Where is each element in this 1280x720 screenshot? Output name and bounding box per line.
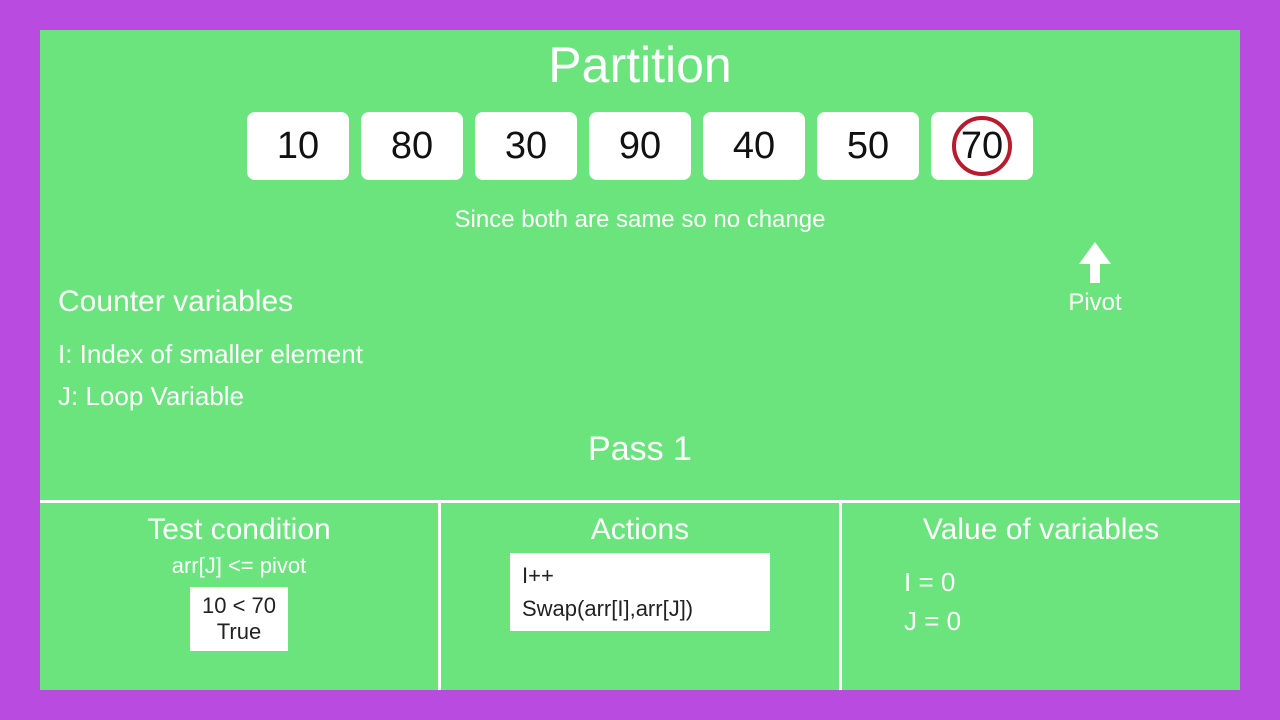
- array-cell: 50: [817, 112, 919, 180]
- vars-line-i: I = 0: [904, 563, 1226, 602]
- actions-heading: Actions: [455, 513, 825, 547]
- status-message: Since both are same so no change: [40, 206, 1240, 234]
- pivot-marker: Pivot: [1045, 242, 1145, 317]
- test-box-line2: True: [202, 619, 276, 645]
- counter-line-i: I: Index of smaller element: [58, 334, 363, 376]
- arrow-up-icon: [1079, 242, 1111, 264]
- vars-heading: Value of variables: [856, 513, 1226, 547]
- vars-values: I = 0 J = 0: [856, 563, 1226, 641]
- array-cell: 10: [247, 112, 349, 180]
- test-heading: Test condition: [54, 513, 424, 547]
- bottom-row: Test condition arr[J] <= pivot 10 < 70 T…: [40, 500, 1240, 690]
- array-row: 10 80 30 90 40 50 70: [40, 112, 1240, 180]
- array-cell: 80: [361, 112, 463, 180]
- pass-label: Pass 1: [40, 430, 1240, 469]
- actions-box-line2: Swap(arr[I],arr[J]): [522, 592, 758, 625]
- actions-box-line1: I++: [522, 559, 758, 592]
- array-cell-pivot: 70: [931, 112, 1033, 180]
- diagram-panel: Partition 10 80 30 90 40 50 70 Pivot Sin…: [40, 30, 1240, 690]
- counter-line-j: J: Loop Variable: [58, 376, 363, 418]
- arrow-stem: [1090, 263, 1100, 283]
- array-cell: 40: [703, 112, 805, 180]
- col-test-condition: Test condition arr[J] <= pivot 10 < 70 T…: [40, 503, 441, 690]
- test-subtext: arr[J] <= pivot: [54, 553, 424, 579]
- page-title: Partition: [40, 30, 1240, 94]
- array-cell: 90: [589, 112, 691, 180]
- counter-variables: Counter variables I: Index of smaller el…: [58, 278, 363, 417]
- counter-heading: Counter variables: [58, 278, 363, 326]
- col-actions: Actions I++ Swap(arr[I],arr[J]): [441, 503, 842, 690]
- test-box: 10 < 70 True: [190, 587, 288, 651]
- test-box-line1: 10 < 70: [202, 593, 276, 619]
- pivot-circle: 70: [952, 116, 1012, 176]
- vars-line-j: J = 0: [904, 602, 1226, 641]
- actions-box: I++ Swap(arr[I],arr[J]): [510, 553, 770, 631]
- array-cell: 30: [475, 112, 577, 180]
- col-variable-values: Value of variables I = 0 J = 0: [842, 503, 1240, 690]
- pivot-label: Pivot: [1045, 289, 1145, 317]
